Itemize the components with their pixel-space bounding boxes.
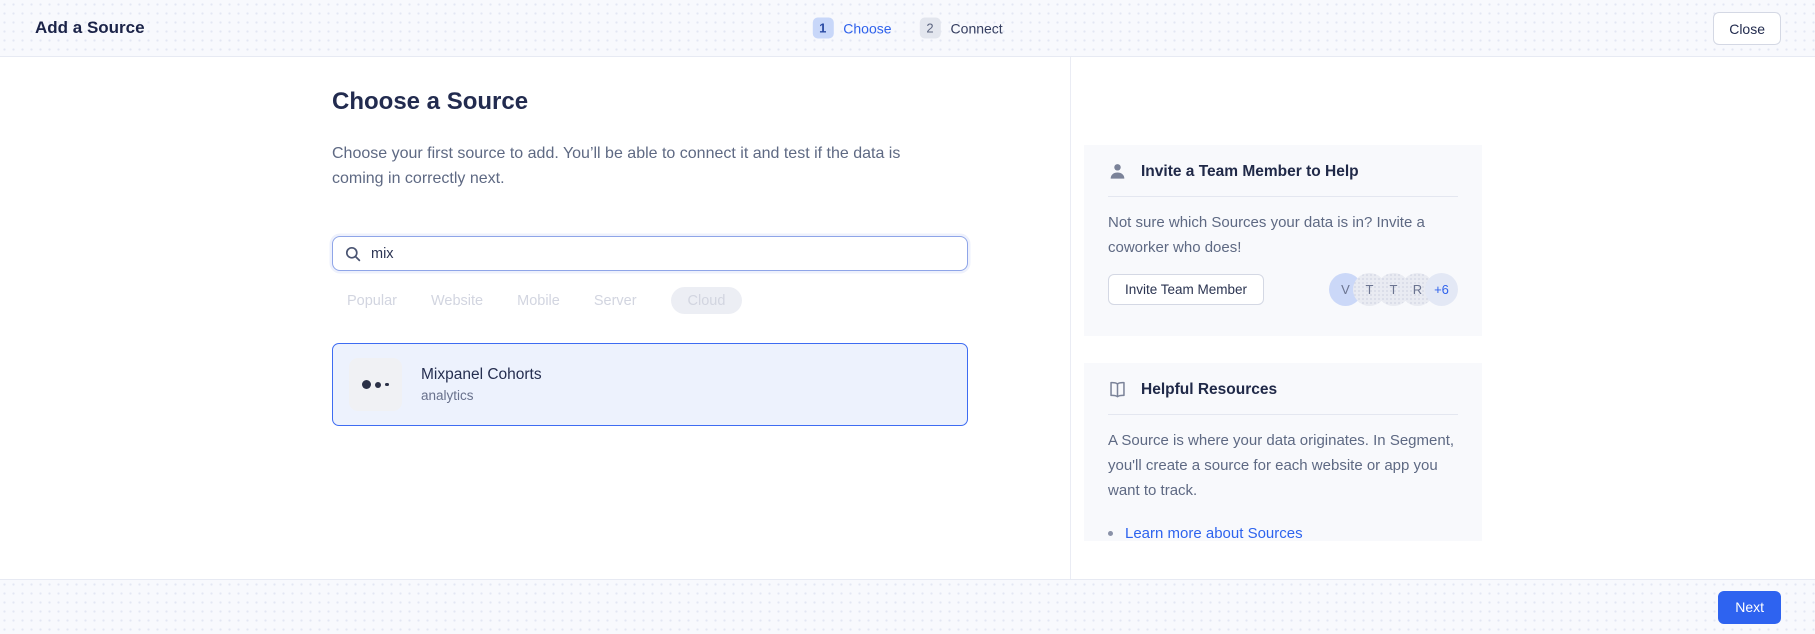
source-name: Mixpanel Cohorts (421, 366, 542, 384)
page-heading: Choose a Source (332, 88, 528, 116)
step-number-badge: 1 (812, 18, 833, 39)
step-number-badge: 2 (920, 18, 941, 39)
step-connect[interactable]: 2 Connect (920, 18, 1003, 39)
top-bar: Add a Source 1 Choose 2 Connect Close (0, 0, 1815, 57)
step-choose[interactable]: 1 Choose (812, 18, 891, 39)
invite-team-member-button[interactable]: Invite Team Member (1108, 274, 1264, 305)
invite-row: Invite Team Member V T T R +6 (1108, 273, 1458, 306)
bottom-bar: Next (0, 579, 1815, 634)
resource-link-item: Learn more about Sources (1108, 525, 1458, 541)
step-label: Connect (951, 20, 1003, 36)
page-description: Choose your first source to add. You’ll … (332, 141, 928, 191)
tab-mobile[interactable]: Mobile (517, 287, 560, 314)
next-button[interactable]: Next (1718, 591, 1781, 624)
source-meta: Mixpanel Cohorts analytics (421, 366, 542, 403)
tab-popular[interactable]: Popular (347, 287, 397, 314)
invite-panel-body: Not sure which Sources your data is in? … (1108, 210, 1458, 260)
window-title: Add a Source (35, 18, 145, 38)
avatar-overflow-count: +6 (1425, 273, 1458, 306)
person-icon (1108, 162, 1127, 181)
source-search-box (332, 236, 968, 271)
book-icon (1108, 380, 1127, 399)
close-button[interactable]: Close (1713, 12, 1781, 45)
wizard-stepper: 1 Choose 2 Connect (812, 18, 1002, 39)
content-divider (1070, 57, 1071, 579)
tab-website[interactable]: Website (431, 287, 483, 314)
search-input[interactable] (371, 246, 955, 262)
source-card-mixpanel-cohorts[interactable]: Mixpanel Cohorts analytics (332, 343, 968, 426)
team-avatars: V T T R +6 (1329, 273, 1458, 306)
invite-panel-title: Invite a Team Member to Help (1141, 163, 1359, 181)
step-label: Choose (843, 20, 891, 36)
invite-panel-header: Invite a Team Member to Help (1108, 145, 1458, 181)
panel-divider (1108, 414, 1458, 415)
resources-panel-body: A Source is where your data originates. … (1108, 428, 1458, 503)
tab-server[interactable]: Server (594, 287, 637, 314)
tab-cloud[interactable]: Cloud (671, 287, 743, 314)
mixpanel-dots-icon (349, 358, 402, 411)
learn-more-sources-link[interactable]: Learn more about Sources (1125, 525, 1303, 541)
resources-panel-header: Helpful Resources (1108, 363, 1458, 399)
category-tabs: Popular Website Mobile Server Cloud (347, 287, 742, 314)
search-icon (345, 246, 361, 262)
resources-panel-title: Helpful Resources (1141, 381, 1277, 399)
invite-panel: Invite a Team Member to Help Not sure wh… (1084, 145, 1482, 336)
add-source-page: Add a Source 1 Choose 2 Connect Close Ch… (0, 0, 1815, 634)
source-category: analytics (421, 388, 542, 403)
bullet-icon (1108, 531, 1113, 536)
helpful-resources-panel: Helpful Resources A Source is where your… (1084, 363, 1482, 541)
panel-divider (1108, 196, 1458, 197)
